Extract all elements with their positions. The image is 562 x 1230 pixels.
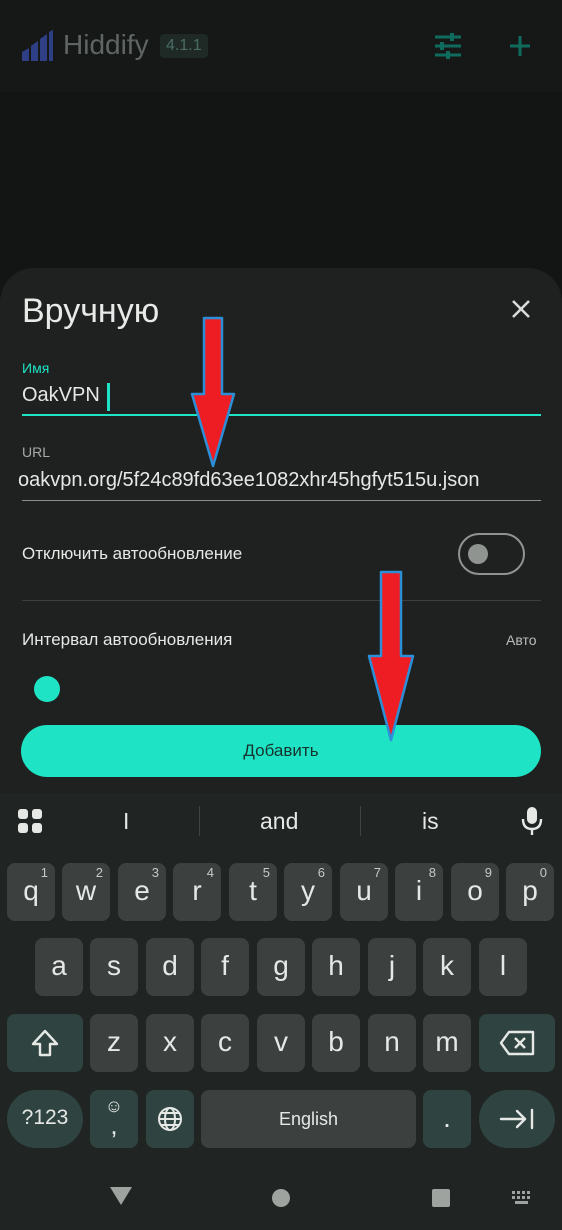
key-c[interactable]: c — [201, 1014, 249, 1072]
key-y[interactable]: 6y — [284, 863, 332, 921]
comma-label: , — [110, 1110, 118, 1140]
hiddify-logo-icon — [22, 30, 53, 61]
space-key[interactable]: English — [201, 1090, 416, 1148]
globe-icon — [158, 1107, 182, 1131]
backspace-key[interactable] — [479, 1014, 555, 1072]
key-o[interactable]: 9o — [451, 863, 499, 921]
url-field-label: URL — [22, 444, 51, 460]
annotation-arrow-down-icon — [190, 316, 236, 468]
enter-key[interactable] — [479, 1090, 555, 1148]
disable-autoupdate-toggle[interactable] — [458, 533, 525, 575]
backspace-icon — [499, 1030, 535, 1056]
language-key[interactable] — [146, 1090, 194, 1148]
name-field-underline — [22, 414, 541, 416]
key-e[interactable]: 3e — [118, 863, 166, 921]
key-i[interactable]: 8i — [395, 863, 443, 921]
key-p[interactable]: 0p — [506, 863, 554, 921]
key-m[interactable]: m — [423, 1014, 471, 1072]
key-a[interactable]: a — [35, 938, 83, 996]
back-triangle-icon[interactable] — [109, 1186, 133, 1206]
tab-next-icon — [499, 1108, 534, 1130]
key-v[interactable]: v — [257, 1014, 305, 1072]
sheet-title: Вручную — [22, 292, 160, 330]
symbols-key[interactable]: ?123 — [7, 1090, 83, 1148]
app-title: Hiddify — [63, 29, 149, 60]
key-b[interactable]: b — [312, 1014, 360, 1072]
key-n[interactable]: n — [368, 1014, 416, 1072]
key-u[interactable]: 7u — [340, 863, 388, 921]
disable-autoupdate-label: Отключить автообновление — [22, 544, 243, 563]
keyboard-switch-icon[interactable] — [511, 1190, 533, 1206]
suggestion-1[interactable]: I — [123, 808, 129, 835]
grid-icon[interactable] — [17, 808, 43, 834]
key-z[interactable]: z — [90, 1014, 138, 1072]
name-field[interactable]: OakVPN — [22, 384, 100, 407]
period-key[interactable]: . — [423, 1090, 471, 1148]
key-f[interactable]: f — [201, 938, 249, 996]
add-button[interactable]: Добавить — [21, 725, 541, 777]
suggestion-divider — [199, 806, 200, 836]
version-badge: 4.1.1 — [160, 34, 208, 58]
url-field-underline — [22, 500, 541, 501]
shift-icon — [31, 1029, 59, 1057]
key-l[interactable]: l — [479, 938, 527, 996]
key-h[interactable]: h — [312, 938, 360, 996]
plus-icon[interactable] — [504, 30, 536, 62]
key-s[interactable]: s — [90, 938, 138, 996]
suggestion-2[interactable]: and — [260, 808, 298, 835]
toggle-knob — [468, 544, 488, 564]
key-x[interactable]: x — [146, 1014, 194, 1072]
key-w[interactable]: 2w — [62, 863, 110, 921]
key-k[interactable]: k — [423, 938, 471, 996]
key-g[interactable]: g — [257, 938, 305, 996]
key-j[interactable]: j — [368, 938, 416, 996]
sliders-icon[interactable] — [432, 30, 464, 62]
key-q[interactable]: 1q — [7, 863, 55, 921]
dimmed-background — [0, 92, 562, 292]
annotation-arrow-down-icon — [367, 570, 415, 742]
divider — [22, 600, 541, 601]
url-field[interactable]: oakvpn.org/5f24c89fd63ee1082xhr45hgfyt51… — [18, 469, 540, 492]
key-r[interactable]: 4r — [173, 863, 221, 921]
name-field-label: Имя — [22, 360, 50, 376]
interval-slider-thumb[interactable] — [34, 676, 60, 702]
close-icon[interactable] — [506, 294, 536, 324]
text-cursor — [107, 383, 110, 411]
suggestion-3[interactable]: is — [422, 808, 439, 835]
suggestion-divider — [360, 806, 361, 836]
home-circle-icon[interactable] — [271, 1188, 291, 1208]
autoupdate-interval-label: Интервал автообновления — [22, 630, 233, 649]
key-t[interactable]: 5t — [229, 863, 277, 921]
emoji-comma-key[interactable]: ☺ , — [90, 1090, 138, 1148]
key-d[interactable]: d — [146, 938, 194, 996]
autoupdate-interval-value: Авто — [506, 632, 537, 648]
mic-icon[interactable] — [520, 806, 544, 836]
recents-square-icon[interactable] — [431, 1188, 451, 1208]
shift-key[interactable] — [7, 1014, 83, 1072]
